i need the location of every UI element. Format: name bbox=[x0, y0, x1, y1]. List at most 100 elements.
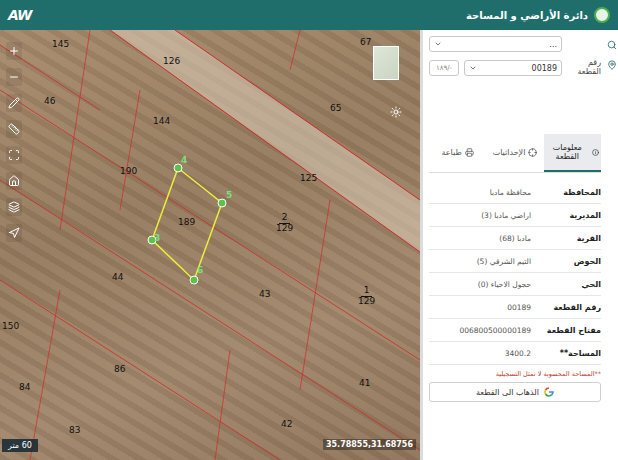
measure-button[interactable] bbox=[6, 120, 22, 138]
measure-icon bbox=[8, 123, 20, 135]
tabs: معلومات القطعةالإحداثياتطباعة bbox=[429, 134, 601, 173]
tab-icon bbox=[465, 148, 474, 157]
parcel-label[interactable]: 144 bbox=[153, 117, 170, 126]
info-label: المديرية bbox=[531, 211, 601, 220]
info-row: القريةمادبا (68) bbox=[429, 227, 601, 250]
info-row: مفتاح القطعة006800500000189 bbox=[429, 319, 601, 342]
parcel-label[interactable]: 65 bbox=[330, 104, 341, 113]
info-row: المحافظةمحافظة مادبا bbox=[429, 181, 601, 204]
vertex-label: 4 bbox=[181, 156, 187, 165]
info-label: المحافظة bbox=[531, 188, 601, 197]
parcel-suffix-field[interactable]: -/١٨٩ bbox=[429, 60, 459, 76]
parcel-label[interactable]: 43 bbox=[259, 290, 270, 299]
parcel-label[interactable]: 84 bbox=[19, 383, 30, 392]
layers-button[interactable] bbox=[6, 198, 22, 216]
parcel-fraction[interactable]: 2129 bbox=[276, 213, 293, 234]
tab[interactable]: معلومات القطعة bbox=[544, 134, 601, 172]
info-value: حجول الاحياء (0) bbox=[429, 280, 531, 289]
side-panel: ...رقم القطعة00189-/١٨٩معلومات القطعةالإ… bbox=[420, 30, 605, 460]
chevron-icon bbox=[434, 40, 442, 48]
north-button[interactable] bbox=[6, 224, 22, 242]
vertex-label: 6 bbox=[197, 266, 203, 275]
vertex-label: 3 bbox=[154, 234, 160, 243]
info-label: رقم القطعة bbox=[531, 303, 601, 312]
draw-icon bbox=[8, 97, 20, 109]
top-field-row: ... bbox=[429, 34, 601, 54]
info-value: اراضي مادبا (3) bbox=[429, 211, 531, 220]
parcel-select[interactable]: 00189 bbox=[464, 60, 562, 76]
basemap-thumbnail[interactable] bbox=[373, 46, 399, 80]
parcel-lines bbox=[0, 30, 420, 460]
sun-icon bbox=[390, 106, 402, 118]
map-toolbar bbox=[6, 42, 22, 242]
info-row: المديريةاراضي مادبا (3) bbox=[429, 204, 601, 227]
parcel-label[interactable]: 67 bbox=[360, 38, 371, 47]
info-row: الحيحجول الاحياء (0) bbox=[429, 273, 601, 296]
parcel-label[interactable]: 42 bbox=[281, 420, 292, 429]
zoom-out-button[interactable] bbox=[6, 68, 22, 86]
info-row: المساحة**3400.2 bbox=[429, 342, 601, 365]
top-select[interactable]: ... bbox=[429, 36, 562, 52]
info-row: الحوضالتيم الشرقي (5) bbox=[429, 250, 601, 273]
info-value: محافظة مادبا bbox=[429, 188, 531, 197]
tab[interactable]: طباعة bbox=[429, 134, 486, 172]
parcel-label[interactable]: 125 bbox=[300, 174, 317, 183]
goto-parcel-button[interactable]: الذهاب الى القطعة bbox=[429, 382, 601, 402]
scale-bar: 60 متر bbox=[2, 439, 38, 452]
info-table: المحافظةمحافظة مادباالمديريةاراضي مادبا … bbox=[429, 181, 601, 365]
info-value: 006800500000189 bbox=[429, 326, 531, 335]
zoom-in-icon bbox=[8, 45, 20, 57]
parcel-label[interactable]: 83 bbox=[69, 426, 80, 435]
chevron-icon bbox=[469, 64, 477, 72]
selected-parcel-label[interactable]: 189 bbox=[178, 218, 195, 227]
app: AWدائرة الأراضي و المساحة145126674614465… bbox=[0, 0, 618, 460]
parcel-fraction[interactable]: 1129 bbox=[358, 286, 375, 307]
home-icon bbox=[8, 175, 20, 187]
icon-strip bbox=[605, 30, 618, 460]
select-button[interactable] bbox=[6, 146, 22, 164]
parcel-label[interactable]: 190 bbox=[120, 167, 137, 176]
area-note: **المساحة المحسوبة لا تمثل التسجيلية bbox=[429, 370, 601, 378]
parcel-field-row: رقم القطعة 00189 -/١٨٩ bbox=[429, 58, 601, 78]
zoom-in-button[interactable] bbox=[6, 42, 22, 60]
info-label: الحوض bbox=[531, 257, 601, 266]
parcel-label[interactable]: 126 bbox=[163, 57, 180, 66]
emblem-icon bbox=[594, 7, 610, 23]
info-row: رقم القطعة00189 bbox=[429, 296, 601, 319]
info-value: التيم الشرقي (5) bbox=[429, 257, 531, 266]
parcel-label[interactable]: 86 bbox=[114, 365, 125, 374]
body: 1451266746144651901254443150868441834221… bbox=[0, 30, 618, 460]
info-label: الحي bbox=[531, 280, 601, 289]
parcel-label[interactable]: 145 bbox=[52, 40, 69, 49]
info-value: 00189 bbox=[429, 303, 531, 312]
parcel-label[interactable]: 44 bbox=[112, 273, 123, 282]
coordinates: 35.78855,31.68756 bbox=[323, 439, 416, 450]
pin-icon[interactable] bbox=[607, 60, 617, 70]
brightness-button[interactable] bbox=[388, 104, 404, 120]
parcel-label[interactable]: 150 bbox=[2, 322, 19, 331]
zoom-out-icon bbox=[8, 71, 20, 83]
field-label: رقم القطعة bbox=[567, 59, 601, 77]
map[interactable]: 1451266746144651901254443150868441834221… bbox=[0, 30, 420, 460]
header-title-group: دائرة الأراضي و المساحة bbox=[466, 7, 610, 23]
tab-icon bbox=[592, 148, 599, 157]
north-icon bbox=[8, 227, 20, 239]
info-value: مادبا (68) bbox=[429, 234, 531, 243]
draw-button[interactable] bbox=[6, 94, 22, 112]
parcel-label[interactable]: 46 bbox=[44, 97, 55, 106]
info-value: 3400.2 bbox=[429, 349, 531, 358]
parcel-label[interactable]: 41 bbox=[359, 379, 370, 388]
header: AW دائرة الأراضي و المساحة bbox=[0, 0, 618, 30]
select-icon bbox=[8, 149, 20, 161]
tab-icon bbox=[528, 148, 537, 157]
info-label: القرية bbox=[531, 234, 601, 243]
logo: AW bbox=[8, 7, 32, 23]
info-label: المساحة** bbox=[531, 349, 601, 358]
search-icon[interactable] bbox=[607, 40, 617, 50]
vertex-label: 5 bbox=[226, 191, 232, 200]
header-title: دائرة الأراضي و المساحة bbox=[466, 10, 588, 21]
tab[interactable]: الإحداثيات bbox=[486, 134, 543, 172]
home-button[interactable] bbox=[6, 172, 22, 190]
layers-icon bbox=[8, 201, 20, 213]
google-icon bbox=[544, 387, 554, 397]
